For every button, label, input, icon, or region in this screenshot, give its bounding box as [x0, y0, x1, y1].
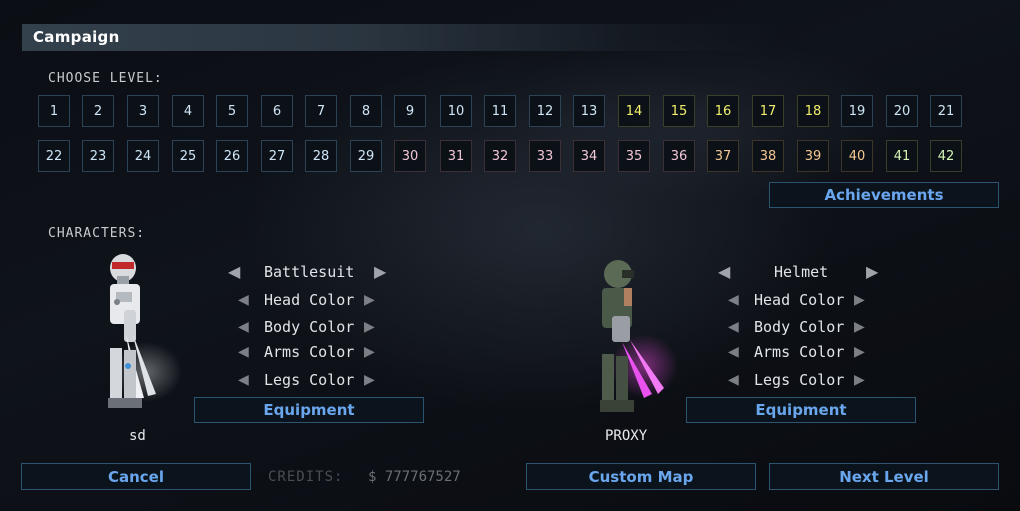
level-button-35[interactable]: 35 [618, 140, 650, 172]
level-button-6[interactable]: 6 [261, 95, 293, 127]
level-button-21[interactable]: 21 [930, 95, 962, 127]
player2-legs-color-label: Legs Color [754, 371, 845, 389]
level-button-9[interactable]: 9 [394, 95, 426, 127]
player1-legs-color-row: ◀ Legs Color ▶ [238, 369, 388, 391]
player1-body-color-row: ◀ Body Color ▶ [238, 316, 388, 338]
right-arrow-icon[interactable]: ▶ [854, 369, 865, 391]
level-button-32[interactable]: 32 [484, 140, 516, 172]
right-arrow-icon[interactable]: ▶ [854, 316, 865, 338]
level-button-30[interactable]: 30 [394, 140, 426, 172]
level-button-42[interactable]: 42 [930, 140, 962, 172]
left-arrow-icon[interactable]: ◀ [728, 316, 739, 338]
level-button-19[interactable]: 19 [841, 95, 873, 127]
player1-suit-row: ◀ Battlesuit ▶ [228, 261, 398, 283]
right-arrow-icon[interactable]: ▶ [364, 341, 375, 363]
left-arrow-icon[interactable]: ◀ [238, 289, 249, 311]
level-button-41[interactable]: 41 [886, 140, 918, 172]
left-arrow-icon[interactable]: ◀ [728, 369, 739, 391]
right-arrow-icon[interactable]: ▶ [364, 316, 375, 338]
player1-head-color-label: Head Color [264, 291, 355, 309]
player1-arms-color-label: Arms Color [264, 343, 355, 361]
player2-legs-color-row: ◀ Legs Color ▶ [728, 369, 878, 391]
achievements-button[interactable]: Achievements [769, 182, 999, 208]
level-button-24[interactable]: 24 [127, 140, 159, 172]
level-button-25[interactable]: 25 [172, 140, 204, 172]
characters-label: CHARACTERS: [48, 226, 146, 241]
player2-head-color-label: Head Color [754, 291, 845, 309]
player2-arms-color-row: ◀ Arms Color ▶ [728, 341, 878, 363]
player2-body-color-row: ◀ Body Color ▶ [728, 316, 878, 338]
player1-name: sd [129, 428, 146, 444]
level-button-7[interactable]: 7 [305, 95, 337, 127]
credits-label: CREDITS: [268, 469, 344, 485]
level-button-11[interactable]: 11 [484, 95, 516, 127]
player2-helmet-label: Helmet [774, 263, 829, 281]
level-button-34[interactable]: 34 [573, 140, 605, 172]
level-button-2[interactable]: 2 [82, 95, 114, 127]
player1-head-color-row: ◀ Head Color ▶ [238, 289, 388, 311]
level-button-31[interactable]: 31 [440, 140, 472, 172]
level-button-27[interactable]: 27 [261, 140, 293, 172]
level-button-20[interactable]: 20 [886, 95, 918, 127]
left-arrow-icon[interactable]: ◀ [728, 289, 739, 311]
cancel-button[interactable]: Cancel [21, 463, 251, 490]
level-button-4[interactable]: 4 [172, 95, 204, 127]
level-button-3[interactable]: 3 [127, 95, 159, 127]
player1-arms-color-row: ◀ Arms Color ▶ [238, 341, 388, 363]
next-level-button[interactable]: Next Level [769, 463, 999, 490]
level-button-22[interactable]: 22 [38, 140, 70, 172]
custom-map-button[interactable]: Custom Map [526, 463, 756, 490]
level-button-5[interactable]: 5 [216, 95, 248, 127]
player2-arms-color-label: Arms Color [754, 343, 845, 361]
player2-body-color-label: Body Color [754, 318, 845, 336]
level-button-29[interactable]: 29 [350, 140, 382, 172]
left-arrow-icon[interactable]: ◀ [228, 261, 240, 283]
right-arrow-icon[interactable]: ▶ [374, 261, 386, 283]
right-arrow-icon[interactable]: ▶ [866, 261, 878, 283]
player1-suit-label: Battlesuit [264, 263, 355, 281]
level-button-8[interactable]: 8 [350, 95, 382, 127]
level-button-26[interactable]: 26 [216, 140, 248, 172]
right-arrow-icon[interactable]: ▶ [854, 289, 865, 311]
right-arrow-icon[interactable]: ▶ [364, 289, 375, 311]
player2-equipment-button[interactable]: Equipment [686, 397, 916, 423]
level-button-10[interactable]: 10 [440, 95, 472, 127]
player2-character-sprite [600, 260, 678, 412]
level-button-14[interactable]: 14 [618, 95, 650, 127]
choose-level-label: CHOOSE LEVEL: [48, 71, 163, 86]
level-button-40[interactable]: 40 [841, 140, 873, 172]
level-button-18[interactable]: 18 [797, 95, 829, 127]
level-button-38[interactable]: 38 [752, 140, 784, 172]
level-button-36[interactable]: 36 [663, 140, 695, 172]
level-button-33[interactable]: 33 [529, 140, 561, 172]
left-arrow-icon[interactable]: ◀ [238, 341, 249, 363]
level-button-17[interactable]: 17 [752, 95, 784, 127]
level-button-15[interactable]: 15 [663, 95, 695, 127]
player1-body-color-label: Body Color [264, 318, 355, 336]
level-button-13[interactable]: 13 [573, 95, 605, 127]
level-button-16[interactable]: 16 [707, 95, 739, 127]
player1-character-sprite [108, 254, 182, 408]
level-button-37[interactable]: 37 [707, 140, 739, 172]
player2-helmet-row: ◀ Helmet ▶ [718, 261, 888, 283]
level-button-1[interactable]: 1 [38, 95, 70, 127]
left-arrow-icon[interactable]: ◀ [718, 261, 730, 283]
level-button-23[interactable]: 23 [82, 140, 114, 172]
level-button-28[interactable]: 28 [305, 140, 337, 172]
title-bar: Campaign [22, 24, 782, 51]
level-button-39[interactable]: 39 [797, 140, 829, 172]
left-arrow-icon[interactable]: ◀ [238, 369, 249, 391]
player1-equipment-button[interactable]: Equipment [194, 397, 424, 423]
player2-head-color-row: ◀ Head Color ▶ [728, 289, 878, 311]
player1-legs-color-label: Legs Color [264, 371, 355, 389]
page-title: Campaign [33, 28, 120, 46]
right-arrow-icon[interactable]: ▶ [364, 369, 375, 391]
credits-value: $ 777767527 [368, 469, 461, 485]
left-arrow-icon[interactable]: ◀ [238, 316, 249, 338]
right-arrow-icon[interactable]: ▶ [854, 341, 865, 363]
level-button-12[interactable]: 12 [529, 95, 561, 127]
left-arrow-icon[interactable]: ◀ [728, 341, 739, 363]
player2-name: PROXY [605, 428, 648, 444]
